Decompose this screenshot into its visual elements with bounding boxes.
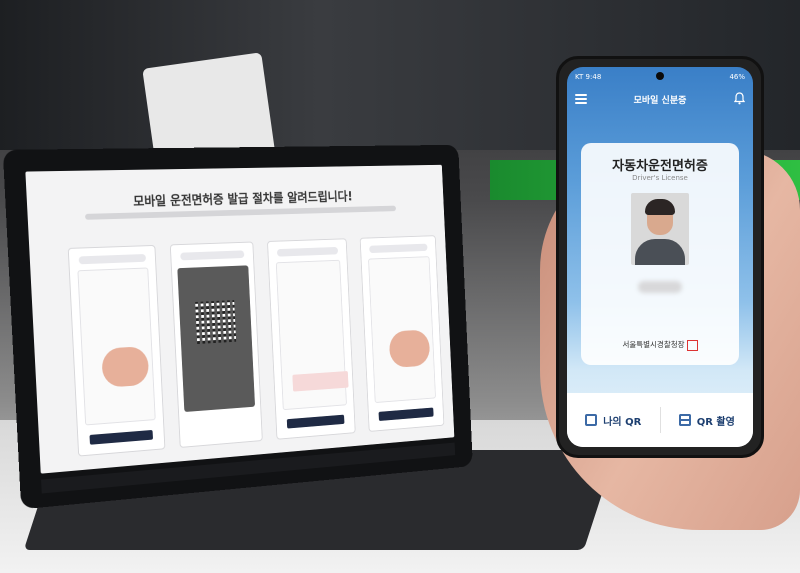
card-issuer: 서울특별시경찰청장 [581,339,739,351]
warning-box [292,371,348,392]
tablet-step-4 [360,235,445,432]
bottom-action-bar: 나의 QR QR 촬영 [567,393,753,447]
tablet-screen: 모바일 운전면허증 발급 절차를 알려드립니다! [25,165,454,474]
step-card [276,260,347,410]
step-tag [277,247,338,257]
step-button [379,408,434,421]
app-title: 모바일 신분증 [634,93,687,106]
tablet-device: 모바일 운전면허증 발급 절차를 알려드립니다! [3,145,473,510]
status-carrier-time: KT 9:48 [575,73,601,81]
qr-code-icon [195,300,236,344]
step-card [77,267,155,425]
phone-screen: KT 9:48 46% 모바일 신분증 자동차운전면허증 Driver's Li… [567,67,753,447]
step-button [89,430,153,445]
id-photo [631,193,689,265]
hand-phone-illustration [101,346,149,388]
step-button [287,415,345,429]
status-bar: KT 9:48 46% [575,71,745,83]
card-title: 자동차운전면허증 [581,155,739,174]
tablet-step-2 [170,242,263,448]
card-subtitle: Driver's License [581,174,739,182]
step-card [368,256,436,403]
qr-scan-label: QR 촬영 [697,413,735,428]
app-bar: 모바일 신분증 [567,85,753,113]
my-qr-button[interactable]: 나의 QR [567,393,660,447]
scan-icon [679,414,691,426]
status-battery: 46% [729,73,745,81]
smartphone: KT 9:48 46% 모바일 신분증 자동차운전면허증 Driver's Li… [556,56,764,458]
hand-tap-illustration [389,329,431,368]
seal-icon [687,340,698,351]
license-card: 자동차운전면허증 Driver's License 서울특별시경찰청장 [581,143,739,365]
card-issuer-text: 서울특별시경찰청장 [622,340,684,349]
bell-icon[interactable] [734,92,745,105]
hamburger-menu-icon[interactable] [575,94,587,104]
tablet-step-3 [267,238,356,439]
step-tag [79,254,146,264]
qr-scan-button[interactable]: QR 촬영 [661,393,754,447]
blurred-name [638,281,682,293]
step-tag [180,250,244,260]
step-tag [369,244,427,253]
tablet-step-1 [68,245,166,457]
qr-icon [585,414,597,426]
my-qr-label: 나의 QR [603,413,641,428]
